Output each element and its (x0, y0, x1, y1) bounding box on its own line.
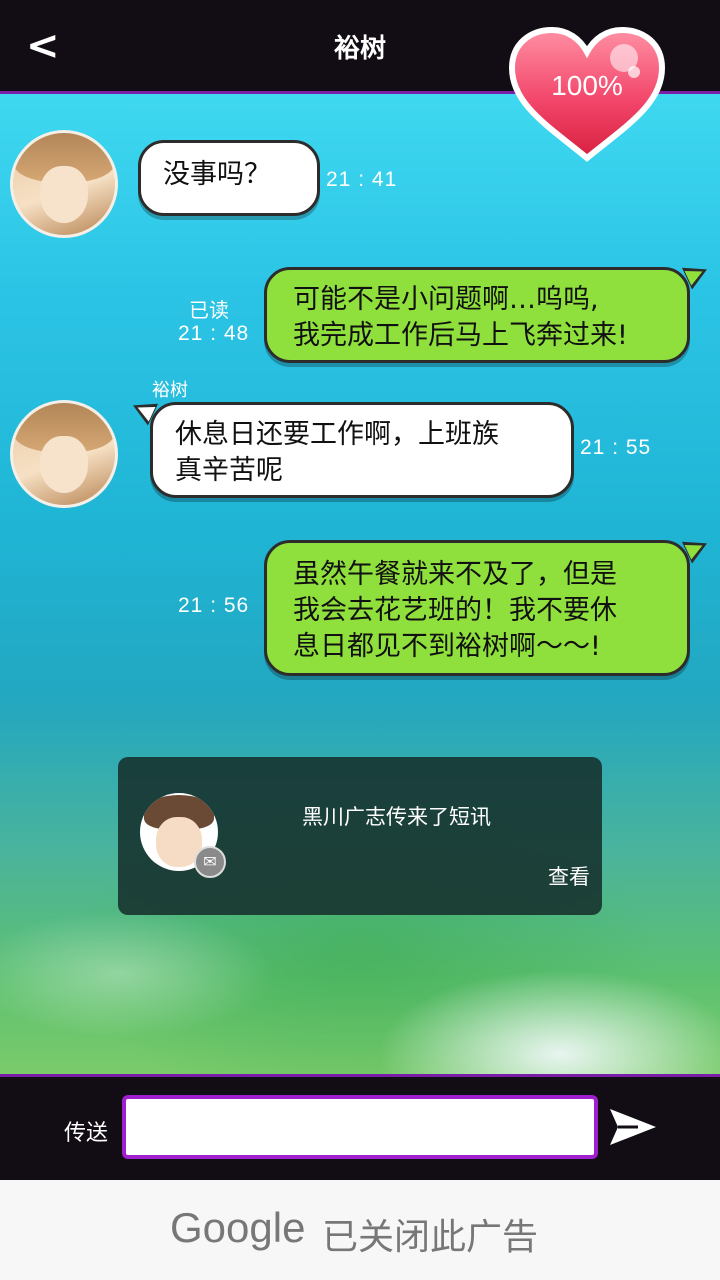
read-receipt: 已读 (189, 298, 229, 322)
message-time: 21 : 41 (326, 168, 398, 191)
message-bubble: 可能不是小问题啊…呜呜, 我完成工作后马上飞奔过来! (264, 267, 690, 363)
affection-percent: 100% (551, 70, 623, 101)
chat-area[interactable]: 没事吗？ 21 : 41 已读 21 : 48 可能不是小问题啊…呜呜, 我完成… (0, 94, 720, 1074)
message-bubble: 休息日还要工作啊，上班族 真辛苦呢 (150, 402, 574, 498)
mail-icon: ✉ (194, 846, 226, 878)
message-time: 21 : 55 (580, 436, 652, 459)
ad-banner: Google 已关闭此广告 (0, 1180, 720, 1280)
message-time: 21 : 56 (178, 594, 250, 617)
avatar-yushu[interactable] (10, 130, 118, 238)
send-icon[interactable] (608, 1105, 658, 1149)
avatar-yushu[interactable] (10, 400, 118, 508)
message-bubble: 虽然午餐就来不及了，但是 我会去花艺班的！我不要休 息日都见不到裕树啊～～! (264, 540, 690, 676)
message-text: 没事吗？ (163, 159, 271, 190)
message-notification[interactable]: ✉ 黑川广志传来了短讯 查看 (118, 757, 602, 915)
notification-text: 黑川广志传来了短讯 (302, 805, 491, 829)
send-label: 传送 (64, 1121, 109, 1146)
message-text: 可能不是小问题啊…呜呜, (293, 284, 599, 315)
message-text: 真辛苦呢 (175, 455, 283, 486)
message-text: 我完成工作后马上飞奔过来! (293, 320, 628, 351)
google-logo: Google (170, 1204, 306, 1251)
message-text: 虽然午餐就来不及了，但是 (293, 559, 617, 590)
message-time: 21 : 48 (178, 322, 250, 345)
message-text: 息日都见不到裕树啊～～! (293, 631, 601, 662)
sender-name: 裕树 (152, 380, 188, 401)
message-bubble: 没事吗？ (138, 140, 320, 216)
input-bar: 传送 (0, 1074, 720, 1180)
ad-closed-text: 已关闭此广告 (322, 1217, 539, 1258)
affection-heart: 100% (508, 26, 666, 162)
message-input[interactable] (122, 1095, 598, 1159)
message-text: 我会去花艺班的！我不要休 (293, 595, 617, 626)
view-button[interactable]: 查看 (548, 861, 590, 891)
message-text: 休息日还要工作啊，上班族 (175, 419, 499, 450)
